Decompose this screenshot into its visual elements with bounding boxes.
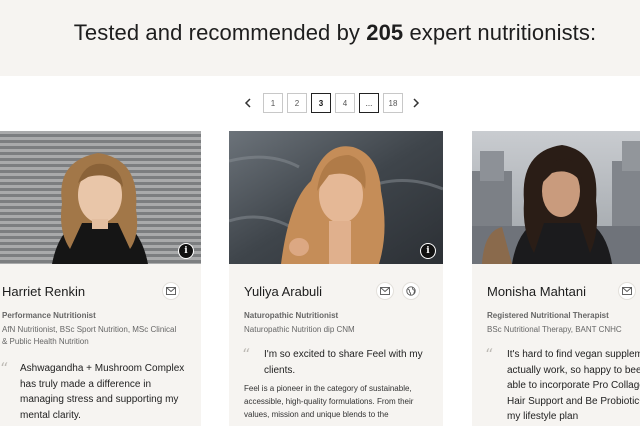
testimonial-quote: It's hard to find vegan supplem that act… (507, 349, 640, 422)
info-icon[interactable]: i (178, 243, 194, 259)
nutritionist-role: Registered Nutritional Therapist (487, 311, 609, 320)
title-prefix: Tested and recommended by (73, 20, 367, 45)
chevron-right-icon[interactable] (409, 95, 423, 111)
page-button-4[interactable]: 4 (335, 93, 355, 113)
nutritionist-credentials: AfN Nutritionist, BSc Sport Nutrition, M… (2, 325, 177, 346)
info-icon[interactable]: i (420, 243, 436, 259)
page-button-18[interactable]: 18 (383, 93, 403, 113)
nutritionist-card: Monisha Mahtani Registered Nutritional T… (472, 131, 640, 426)
hero-banner: Tested and recommended by 205 expert nut… (0, 0, 640, 76)
pagination: 1 2 3 4 ... 18 (0, 93, 640, 115)
nutritionist-photo (472, 131, 640, 264)
quote-icon: “ (242, 345, 251, 364)
testimonial-quote: Ashwagandha + Mushroom Complex has truly… (20, 363, 185, 421)
nutritionist-role: Performance Nutritionist (2, 311, 96, 320)
expert-count: 205 (366, 20, 404, 45)
nutritionist-credentials: Naturopathic Nutrition dip CNM (244, 325, 355, 334)
nutritionist-name: Harriet Renkin (2, 284, 86, 299)
quote-icon: “ (485, 345, 494, 364)
nutritionist-role: Naturopathic Nutritionist (244, 311, 339, 320)
page-button-2[interactable]: 2 (287, 93, 307, 113)
testimonial-quote: I'm so excited to share Feel with my cli… (264, 349, 423, 376)
nutritionist-card: i Harriet Renkin Performance Nutritionis… (0, 131, 201, 426)
page-button-ellipsis[interactable]: ... (359, 93, 379, 113)
globe-icon[interactable] (402, 282, 420, 300)
mail-icon[interactable] (618, 282, 636, 300)
mail-icon[interactable] (376, 282, 394, 300)
nutritionist-name: Yuliya Arabuli (244, 284, 323, 299)
quote-icon: “ (0, 359, 9, 378)
nutritionist-credentials: BSc Nutritional Therapy, BANT CNHC (487, 325, 622, 334)
page-title: Tested and recommended by 205 expert nut… (0, 20, 640, 46)
chevron-left-icon[interactable] (241, 95, 255, 111)
testimonial-body: Feel is a pioneer in the category of sus… (244, 384, 414, 419)
nutritionist-card: i Yuliya Arabuli Naturopathic Nutritioni… (229, 131, 443, 426)
mail-icon[interactable] (162, 282, 180, 300)
page-button-3[interactable]: 3 (311, 93, 331, 113)
page-button-1[interactable]: 1 (263, 93, 283, 113)
nutritionist-name: Monisha Mahtani (487, 284, 586, 299)
title-suffix: expert nutritionists: (403, 20, 597, 45)
nutritionist-photo (0, 131, 201, 264)
nutritionist-photo (229, 131, 443, 264)
